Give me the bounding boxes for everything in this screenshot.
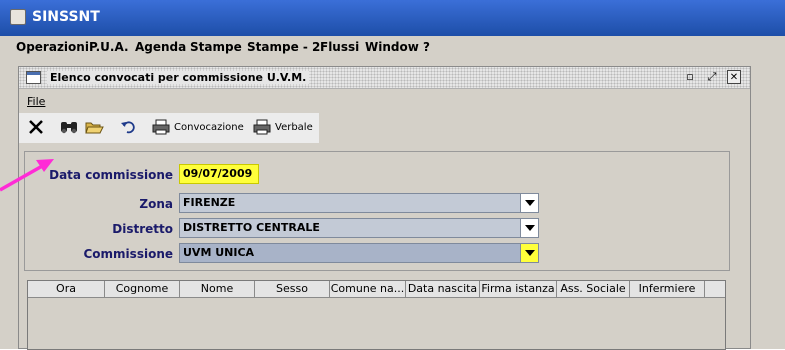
app-title: SINSSNT — [32, 9, 100, 25]
frame-menu-bar: File — [19, 90, 750, 112]
frame-title-bar: Elenco convocati per commissione U.V.M. … — [19, 67, 750, 89]
x-icon — [29, 120, 43, 134]
commissione-combo[interactable]: UVM UNICA — [179, 243, 539, 263]
menu-help[interactable]: ? — [423, 40, 430, 54]
column-header-ass-sociale[interactable]: Ass. Sociale — [557, 281, 630, 297]
menu-pua[interactable]: P.U.A. — [89, 40, 129, 54]
table-header: Ora Cognome Nome Sesso Comune na... Data… — [28, 281, 725, 298]
open-folder-icon — [85, 122, 104, 134]
data-commissione-label: Data commissione — [49, 168, 173, 182]
column-header-ora[interactable]: Ora — [28, 281, 105, 297]
printer-icon — [253, 119, 271, 135]
menu-window[interactable]: Window — [365, 40, 419, 54]
menu-flussi[interactable]: Flussi — [320, 40, 359, 54]
undo-button[interactable] — [119, 117, 137, 137]
column-header-cognome[interactable]: Cognome — [105, 281, 180, 297]
annotation-arrow-icon — [0, 159, 54, 192]
delete-button[interactable] — [27, 117, 45, 137]
frame-title: Elenco convocati per commissione U.V.M. — [47, 71, 310, 84]
column-header-sesso[interactable]: Sesso — [255, 281, 330, 297]
java-app-icon — [10, 9, 26, 25]
main-menu-bar: Operazioni P.U.A. Agenda Stampe Stampe -… — [0, 36, 785, 60]
distretto-label: Distretto — [112, 222, 173, 236]
column-header-data-nascita[interactable]: Data nascita — [406, 281, 480, 297]
menu-stampe[interactable]: Stampe — [190, 40, 242, 54]
zona-label: Zona — [139, 197, 173, 211]
column-header-infermiere[interactable]: Infermiere — [630, 281, 705, 297]
column-header-comune-nascita[interactable]: Comune na... — [330, 281, 406, 297]
column-header-more[interactable] — [705, 281, 725, 297]
convocati-table: Ora Cognome Nome Sesso Comune na... Data… — [27, 280, 726, 350]
distretto-combo[interactable]: DISTRETTO CENTRALE — [179, 218, 539, 238]
minimize-icon[interactable]: ▫ — [683, 70, 697, 84]
chevron-down-icon[interactable] — [520, 194, 538, 212]
frame-window-icon — [26, 71, 41, 84]
undo-icon — [121, 121, 135, 134]
column-header-firma-istanza[interactable]: Firma istanza — [480, 281, 557, 297]
search-form-panel: Data commissione 09/07/2009 Zona FIRENZE… — [24, 151, 730, 271]
convocazione-label: Convocazione — [174, 121, 244, 133]
open-button[interactable] — [84, 117, 104, 137]
close-icon[interactable]: ✕ — [727, 70, 741, 84]
verbale-button[interactable]: Verbale — [252, 117, 313, 137]
menu-stampe-2[interactable]: Stampe - 2 — [247, 40, 320, 54]
zona-combo[interactable]: FIRENZE — [179, 193, 539, 213]
toolbar: Convocazione Verbale — [19, 113, 319, 143]
column-header-nome[interactable]: Nome — [180, 281, 255, 297]
app-title-bar: SINSSNT — [0, 0, 785, 36]
menu-agenda[interactable]: Agenda — [135, 40, 186, 54]
commissione-label: Commissione — [83, 247, 174, 261]
internal-frame: Elenco convocati per commissione U.V.M. … — [18, 66, 751, 350]
menu-file[interactable]: File — [27, 95, 45, 108]
search-button[interactable] — [59, 117, 79, 137]
printer-icon — [152, 119, 170, 135]
maximize-icon[interactable]: ⤢ — [705, 70, 719, 84]
convocazione-button[interactable]: Convocazione — [151, 117, 244, 137]
distretto-value: DISTRETTO CENTRALE — [183, 221, 320, 234]
zona-value: FIRENZE — [183, 196, 236, 209]
menu-operazioni[interactable]: Operazioni — [16, 40, 89, 54]
binoculars-icon — [61, 122, 77, 134]
application-window: SINSSNT Operazioni P.U.A. Agenda Stampe … — [0, 0, 785, 350]
verbale-label: Verbale — [275, 121, 313, 133]
chevron-down-icon[interactable] — [520, 219, 538, 237]
commissione-value: UVM UNICA — [183, 246, 255, 259]
data-commissione-field[interactable]: 09/07/2009 — [179, 164, 259, 184]
chevron-down-icon[interactable] — [520, 244, 538, 262]
